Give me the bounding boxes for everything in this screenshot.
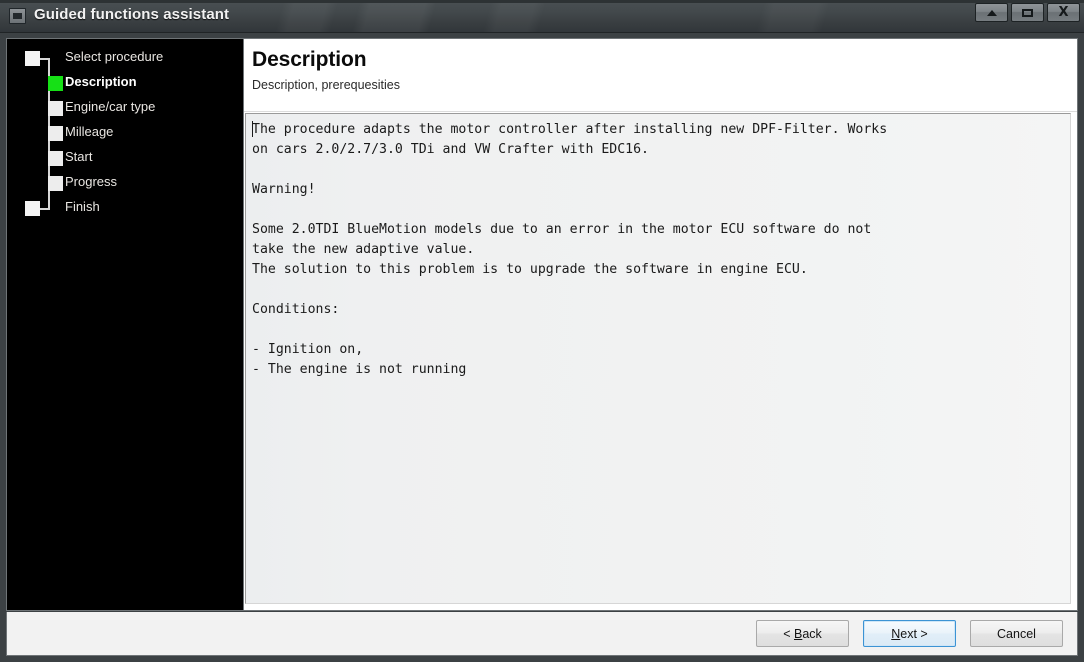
step-marker (25, 51, 40, 66)
wizard-step-label: Finish (65, 199, 100, 214)
wizard-step-label: Milleage (65, 124, 114, 139)
window-controls: X (972, 3, 1080, 22)
wizard-step-description[interactable]: Description (7, 72, 244, 97)
wizard-step-label: Engine/car type (65, 99, 156, 114)
step-marker (48, 126, 63, 141)
triangle-up-icon (986, 9, 997, 16)
wizard-step-label: Select procedure (65, 49, 164, 64)
maximize-button[interactable] (1011, 3, 1044, 22)
main-panel: Select procedure Description Engine/car ty… (6, 38, 1078, 611)
close-button[interactable]: X (1047, 3, 1080, 22)
wizard-step-tree: Select procedure Description Engine/car ty… (7, 39, 244, 610)
content-panel: Description Description, prerequesities … (244, 39, 1077, 610)
wizard-step-sidebar: Select procedure Description Engine/car ty… (7, 39, 244, 610)
minimize-button[interactable] (975, 3, 1008, 22)
tree-branch-line (40, 58, 50, 60)
footer-button-bar: < Back Next > Cancel (6, 612, 1078, 656)
content-header: Description Description, prerequesities (244, 39, 1077, 112)
title-bar-top-edge (0, 0, 1084, 3)
text-caret (252, 121, 253, 137)
window-body: Select procedure Description Engine/car ty… (0, 33, 1084, 662)
window-title: Guided functions assistant (34, 6, 230, 23)
cancel-button[interactable]: Cancel (970, 620, 1063, 647)
step-marker (25, 201, 40, 216)
window-restore-icon (9, 8, 26, 24)
page-title: Description (252, 48, 367, 71)
wizard-step-milleage[interactable]: Milleage (7, 122, 244, 147)
wizard-step-label: Progress (65, 174, 118, 189)
next-button-label: Next > (891, 626, 928, 641)
back-button-label: < Back (783, 626, 822, 641)
square-icon (1022, 8, 1033, 17)
close-icon: X (1058, 4, 1069, 20)
wizard-step-label: Description (65, 74, 137, 89)
wizard-step-select-procedure[interactable]: Select procedure (7, 47, 244, 72)
wizard-step-engine-car-type[interactable]: Engine/car type (7, 97, 244, 122)
step-marker (48, 101, 63, 116)
tree-branch-line (40, 208, 50, 210)
description-textarea[interactable]: The procedure adapts the motor controlle… (245, 113, 1071, 604)
guided-functions-assistant-window: Guided functions assistant X Select proc… (0, 0, 1084, 662)
description-textarea-wrap: The procedure adapts the motor controlle… (244, 112, 1077, 610)
step-marker (48, 151, 63, 166)
page-subtitle: Description, prerequesities (252, 78, 400, 92)
title-bar[interactable]: Guided functions assistant X (0, 0, 1084, 33)
next-button[interactable]: Next > (863, 620, 956, 647)
wizard-step-start[interactable]: Start (7, 147, 244, 172)
step-marker-active (48, 76, 63, 91)
step-marker (48, 176, 63, 191)
back-button[interactable]: < Back (756, 620, 849, 647)
description-text: The procedure adapts the motor controlle… (252, 122, 888, 377)
wizard-step-progress[interactable]: Progress (7, 172, 244, 197)
cancel-button-label: Cancel (997, 626, 1036, 641)
wizard-step-finish[interactable]: Finish (7, 197, 244, 222)
wizard-step-label: Start (65, 149, 93, 164)
